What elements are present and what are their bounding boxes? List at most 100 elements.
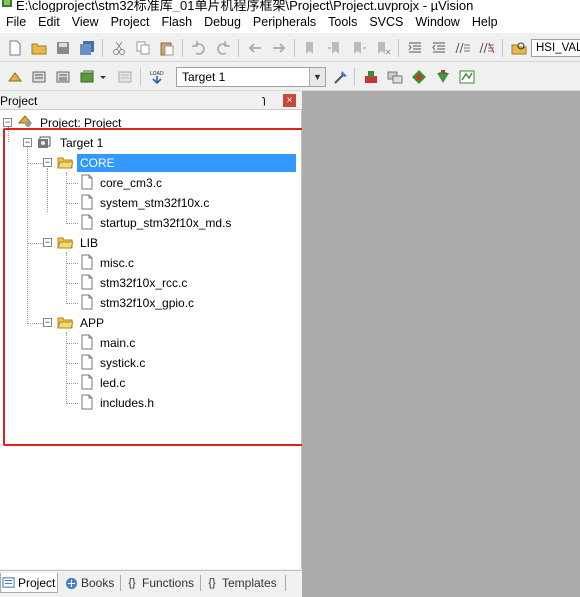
- tab-templates[interactable]: {} Templates: [205, 573, 283, 593]
- chevron-down-icon[interactable]: ▼: [309, 68, 325, 86]
- copy-icon[interactable]: [134, 39, 152, 57]
- redo-icon[interactable]: [214, 39, 232, 57]
- bookmark-toggle-icon[interactable]: [302, 39, 320, 57]
- target-select-value: Target 1: [182, 70, 226, 84]
- tab-functions[interactable]: {} Functions: [125, 573, 199, 593]
- build-toolbar: LOAD Target 1 ▼: [0, 63, 580, 91]
- tab-project-label: Project: [18, 575, 56, 590]
- c-file-icon: [79, 254, 95, 270]
- braces-icon: {}: [128, 577, 136, 589]
- bookmark-clear-icon[interactable]: [374, 39, 392, 57]
- uncomment-icon[interactable]: [478, 39, 496, 57]
- books-icon: [64, 576, 78, 590]
- window-title: E:\clogproject\stm32标准库_01单片机程序框架\Projec…: [16, 0, 474, 12]
- group-app-label[interactable]: APP: [80, 315, 104, 331]
- comment-icon[interactable]: [454, 39, 472, 57]
- target-select[interactable]: Target 1 ▼: [176, 67, 326, 87]
- define-search-input[interactable]: HSI_VALUE: [531, 39, 580, 57]
- group-core-label[interactable]: CORE: [77, 154, 296, 172]
- menu-file[interactable]: File: [0, 12, 32, 33]
- file-item[interactable]: led.c: [100, 375, 125, 391]
- tab-project[interactable]: Project: [0, 573, 58, 593]
- group-app-collapse-toggle[interactable]: −: [43, 318, 52, 327]
- nav-back-icon[interactable]: [246, 39, 264, 57]
- stop-build-icon[interactable]: [116, 68, 134, 86]
- pin-icon[interactable]: ɿ: [262, 94, 266, 106]
- batch-build-dropdown-icon[interactable]: [98, 68, 108, 86]
- menu-project[interactable]: Project: [105, 12, 156, 33]
- project-tree: − Project: Project − Target 1 − CORE cor…: [0, 110, 302, 569]
- file-item[interactable]: systick.c: [100, 355, 145, 371]
- build-icon[interactable]: [30, 68, 48, 86]
- file-item[interactable]: misc.c: [100, 255, 134, 271]
- menu-window[interactable]: Window: [409, 12, 465, 33]
- file-item[interactable]: includes.h: [100, 395, 154, 411]
- menu-svcs[interactable]: SVCS: [363, 12, 409, 33]
- manage-project-items-icon[interactable]: [362, 68, 380, 86]
- target-options-icon[interactable]: [332, 68, 350, 86]
- close-icon[interactable]: ×: [283, 94, 296, 107]
- file-item[interactable]: stm32f10x_rcc.c: [100, 275, 187, 291]
- title-bar: E:\clogproject\stm32标准库_01单片机程序框架\Projec…: [0, 0, 580, 12]
- target-collapse-toggle[interactable]: −: [23, 138, 32, 147]
- tab-templates-label: Templates: [222, 576, 277, 590]
- templates-icon: {}: [208, 577, 216, 589]
- asm-file-icon: [79, 214, 95, 230]
- folder-open-icon: [57, 154, 74, 170]
- c-file-icon: [79, 294, 95, 310]
- file-item[interactable]: startup_stm32f10x_md.s: [100, 215, 231, 231]
- translate-icon[interactable]: [6, 68, 24, 86]
- batch-build-icon[interactable]: [78, 68, 96, 86]
- menu-peripherals[interactable]: Peripherals: [247, 12, 322, 33]
- project-icon: [1, 576, 15, 590]
- root-collapse-toggle[interactable]: −: [3, 118, 12, 127]
- cut-icon[interactable]: [110, 39, 128, 57]
- target-icon: [36, 134, 52, 150]
- manage-rte-icon[interactable]: [410, 68, 428, 86]
- file-item[interactable]: stm32f10x_gpio.c: [100, 295, 194, 311]
- file-item[interactable]: system_stm32f10x.c: [100, 195, 209, 211]
- menu-bar: File Edit View Project Flash Debug Perip…: [0, 12, 580, 33]
- editor-area: [302, 91, 580, 597]
- pack-installer-icon[interactable]: [434, 68, 452, 86]
- folder-open-icon: [57, 314, 74, 330]
- menu-tools[interactable]: Tools: [322, 12, 363, 33]
- file-toolbar: HSI_VALUE: [0, 34, 580, 62]
- file-item[interactable]: main.c: [100, 335, 135, 351]
- select-packs-icon[interactable]: [386, 68, 404, 86]
- paste-icon[interactable]: [158, 39, 176, 57]
- rebuild-icon[interactable]: [54, 68, 72, 86]
- c-file-icon: [79, 274, 95, 290]
- menu-help[interactable]: Help: [466, 12, 504, 33]
- indent-icon[interactable]: [406, 39, 424, 57]
- c-file-icon: [79, 174, 95, 190]
- load-download-icon[interactable]: LOAD: [148, 68, 166, 86]
- save-icon[interactable]: [54, 39, 72, 57]
- project-panel-title: Project: [0, 94, 38, 108]
- menu-view[interactable]: View: [66, 12, 105, 33]
- find-in-files-icon[interactable]: [510, 39, 528, 57]
- unindent-icon[interactable]: [430, 39, 448, 57]
- project-root-icon: [17, 113, 33, 129]
- event-recorder-icon[interactable]: [458, 68, 476, 86]
- group-core-collapse-toggle[interactable]: −: [43, 158, 52, 167]
- nav-forward-icon[interactable]: [270, 39, 288, 57]
- tab-books[interactable]: Books: [64, 573, 120, 593]
- undo-icon[interactable]: [190, 39, 208, 57]
- tab-books-label: Books: [81, 576, 115, 590]
- menu-flash[interactable]: Flash: [155, 12, 198, 33]
- new-file-icon[interactable]: [6, 39, 24, 57]
- target-label[interactable]: Target 1: [60, 135, 103, 151]
- menu-debug[interactable]: Debug: [198, 12, 247, 33]
- project-root-label[interactable]: Project: Project: [40, 115, 121, 131]
- project-panel-header: Project ɿ ×: [0, 91, 302, 110]
- c-file-icon: [79, 194, 95, 210]
- group-lib-label[interactable]: LIB: [80, 235, 98, 251]
- save-all-icon[interactable]: [78, 39, 96, 57]
- menu-edit[interactable]: Edit: [32, 12, 66, 33]
- file-item[interactable]: core_cm3.c: [100, 175, 162, 191]
- bookmark-next-icon[interactable]: [350, 39, 368, 57]
- bookmark-prev-icon[interactable]: [326, 39, 344, 57]
- open-folder-icon[interactable]: [30, 39, 48, 57]
- group-lib-collapse-toggle[interactable]: −: [43, 238, 52, 247]
